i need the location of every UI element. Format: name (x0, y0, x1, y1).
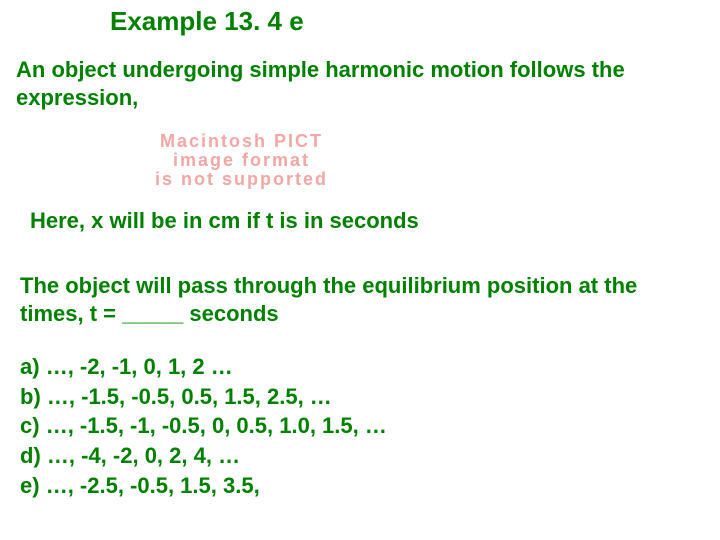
option-label: a) (20, 354, 40, 379)
option-text: …, -1.5, -1, -0.5, 0, 0.5, 1.0, 1.5, … (46, 413, 387, 438)
pict-line-1: Macintosh PICT (155, 132, 328, 151)
option-label: e) (20, 473, 40, 498)
option-text: …, -2.5, -0.5, 1.5, 3.5, (46, 473, 260, 498)
option-c: c) …, -1.5, -1, -0.5, 0, 0.5, 1.0, 1.5, … (20, 411, 387, 441)
slide: Example 13. 4 e An object undergoing sim… (0, 0, 720, 540)
question-text: The object will pass through the equilib… (20, 272, 700, 327)
option-e: e) …, -2.5, -0.5, 1.5, 3.5, (20, 471, 387, 501)
answer-options: a) …, -2, -1, 0, 1, 2 … b) …, -1.5, -0.5… (20, 352, 387, 500)
intro-text: An object undergoing simple harmonic mot… (16, 56, 704, 111)
pict-line-3: is not supported (155, 170, 328, 189)
option-text: …, -4, -2, 0, 2, 4, … (47, 443, 240, 468)
option-label: c) (20, 413, 40, 438)
pict-line-2: image format (155, 151, 328, 170)
slide-title: Example 13. 4 e (110, 6, 304, 37)
units-note: Here, x will be in cm if t is in seconds (30, 208, 704, 234)
option-d: d) …, -4, -2, 0, 2, 4, … (20, 441, 387, 471)
option-label: b) (20, 384, 41, 409)
option-text: …, -2, -1, 0, 1, 2 … (46, 354, 233, 379)
option-b: b) …, -1.5, -0.5, 0.5, 1.5, 2.5, … (20, 382, 387, 412)
option-text: …, -1.5, -0.5, 0.5, 1.5, 2.5, … (47, 384, 332, 409)
option-label: d) (20, 443, 41, 468)
pict-placeholder: Macintosh PICT image format is not suppo… (155, 132, 328, 189)
option-a: a) …, -2, -1, 0, 1, 2 … (20, 352, 387, 382)
